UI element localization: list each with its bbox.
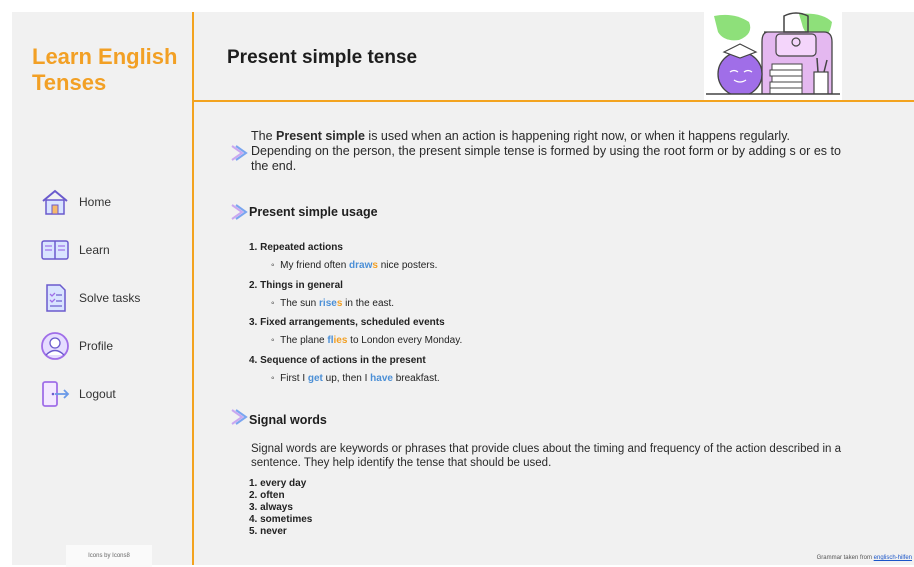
source-link[interactable]: englisch-hilfen — [874, 555, 912, 561]
page-title: Present simple tense — [227, 47, 418, 68]
list-item: 3. always — [249, 502, 293, 513]
chevron-right-icon — [231, 204, 248, 220]
brand-line-1: Learn English — [32, 44, 178, 69]
verb: get — [307, 372, 323, 384]
sidebar-item-label: Solve tasks — [79, 291, 141, 305]
list-item: 1. Repeated actions ◦ My friend often dr… — [249, 242, 749, 280]
usage-title: 2. Things in general — [249, 279, 343, 291]
list-item: 4. Sequence of actions in the present ◦ … — [249, 355, 749, 393]
usage-list: 1. Repeated actions ◦ My friend often dr… — [249, 242, 749, 392]
usage-example: ◦ First I get up, then I have breakfast. — [271, 372, 440, 384]
intro-paragraph: The Present simple is used when an actio… — [251, 129, 851, 174]
grammar-source-note: Grammar taken from englisch-hilfen — [817, 555, 912, 561]
app-window: Learn English Tenses Home Learn Solve ta… — [12, 12, 914, 567]
brand-logo[interactable]: Learn English Tenses — [32, 44, 182, 96]
verb-root: draw — [349, 260, 373, 271]
list-item: 2. Things in general ◦ The sun rises in … — [249, 280, 749, 318]
sidebar-nav: Home Learn Solve tasks Profile Logout — [40, 178, 140, 418]
home-icon — [42, 189, 68, 215]
signal-words-list: 1. every day 2. often 3. always 4. somet… — [249, 478, 312, 538]
verb-root: rise — [319, 297, 337, 309]
example-text: in the east. — [342, 297, 395, 309]
user-icon — [41, 332, 69, 360]
sidebar-item-learn[interactable]: Learn — [40, 226, 140, 274]
sidebar-item-label: Learn — [79, 243, 110, 257]
icons-credit[interactable]: Icons by Icons8 — [66, 545, 152, 567]
chevron-right-icon — [231, 145, 248, 161]
intro-text-1: The — [251, 129, 277, 143]
sidebar-item-home[interactable]: Home — [40, 178, 140, 226]
list-item: 5. never — [249, 526, 287, 537]
usage-example: ◦ The sun rises in the east. — [271, 297, 395, 309]
footnote-text: Grammar taken from — [816, 555, 874, 561]
list-item: 3. Fixed arrangements, scheduled events … — [249, 317, 749, 355]
sidebar: Learn English Tenses Home Learn Solve ta… — [12, 12, 194, 567]
example-text: up, then I — [322, 372, 371, 384]
example-text: My friend often — [280, 260, 350, 271]
sidebar-item-logout[interactable]: Logout — [40, 370, 140, 418]
usage-heading: Present simple usage — [249, 205, 378, 219]
example-text: First I — [280, 372, 308, 384]
logout-icon — [42, 381, 70, 407]
intro-bold-term: Present simple — [276, 129, 365, 143]
usage-title: 1. Repeated actions — [249, 242, 343, 253]
usage-title: 4. Sequence of actions in the present — [249, 354, 426, 366]
hero-illustration — [704, 12, 842, 100]
page-header: Present simple tense — [194, 12, 914, 102]
list-item: 2. often — [249, 490, 285, 501]
signal-heading: Signal words — [249, 413, 327, 427]
chevron-right-icon — [231, 409, 248, 425]
example-text: The plane — [280, 335, 328, 346]
list-item: 1. every day — [249, 478, 307, 489]
sidebar-item-label: Profile — [79, 339, 114, 353]
sidebar-item-label: Home — [79, 195, 112, 209]
list-item: 4. sometimes — [249, 514, 313, 525]
signal-description: Signal words are keywords or phrases tha… — [251, 443, 842, 469]
sidebar-item-solve-tasks[interactable]: Solve tasks — [40, 274, 140, 322]
verb-ending: ies — [333, 335, 348, 346]
usage-title: 3. Fixed arrangements, scheduled events — [249, 317, 445, 328]
sidebar-item-label: Logout — [79, 387, 116, 401]
book-icon — [41, 240, 69, 260]
brand-line-2: Tenses — [32, 70, 107, 95]
example-text: breakfast. — [392, 372, 440, 384]
example-text: The sun — [280, 297, 320, 309]
usage-example: ◦ My friend often draws nice posters. — [271, 260, 438, 271]
sidebar-item-profile[interactable]: Profile — [40, 322, 140, 370]
example-text: nice posters. — [377, 260, 438, 271]
example-text: to London every Monday. — [347, 335, 463, 346]
checklist-icon — [46, 284, 66, 312]
verb: have — [370, 372, 393, 384]
main-content: The Present simple is used when an actio… — [194, 102, 914, 565]
usage-example: ◦ The plane flies to London every Monday… — [271, 335, 463, 346]
